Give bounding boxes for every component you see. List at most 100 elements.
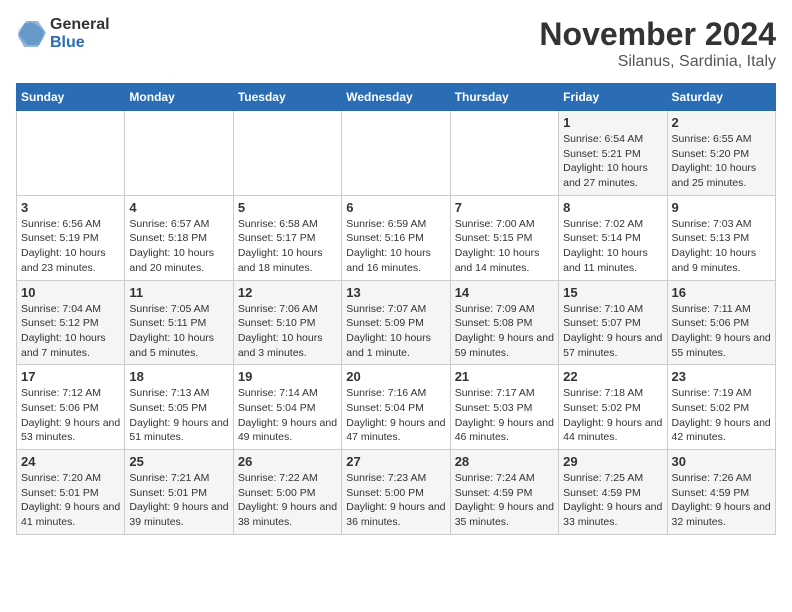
calendar-cell: 29Sunrise: 7:25 AM Sunset: 4:59 PM Dayli… [559, 450, 667, 535]
day-number: 21 [455, 369, 554, 384]
calendar-cell: 24 Sunrise: 7:20 AM Sunset: 5:01 PM Dayli… [17, 450, 125, 535]
calendar-body: 1 Sunrise: 6:54 AM Sunset: 5:21 PM Daylig… [17, 111, 776, 535]
day-info: Sunrise: 7:07 AM Sunset: 5:09 PM Dayligh… [346, 302, 445, 361]
day-info: Sunrise: 7:00 AM Sunset: 5:15 PM Dayligh… [455, 217, 554, 276]
day-info: Sunrise: 7:19 AM Sunset: 5:02 PM Dayligh… [672, 386, 771, 445]
calendar-table: SundayMondayTuesdayWednesdayThursdayFrid… [16, 83, 776, 535]
calendar-cell [233, 111, 341, 196]
calendar-header: SundayMondayTuesdayWednesdayThursdayFrid… [17, 84, 776, 111]
day-number: 17 [21, 369, 120, 384]
calendar-cell: 13 Sunrise: 7:07 AM Sunset: 5:09 PM Dayli… [342, 280, 450, 365]
day-info: Sunrise: 7:24 AM Sunset: 4:59 PM Dayligh… [455, 471, 554, 530]
weekday-header-saturday: Saturday [667, 84, 775, 111]
weekday-header-row: SundayMondayTuesdayWednesdayThursdayFrid… [17, 84, 776, 111]
day-number: 30 [672, 454, 771, 469]
day-number: 18 [129, 369, 228, 384]
day-info: Sunrise: 7:11 AM Sunset: 5:06 PM Dayligh… [672, 302, 771, 361]
calendar-week-row: 10Sunrise: 7:04 AM Sunset: 5:12 PM Dayli… [17, 280, 776, 365]
logo: General Blue [16, 16, 110, 51]
day-info: Sunrise: 7:14 AM Sunset: 5:04 PM Dayligh… [238, 386, 337, 445]
calendar-week-row: 3Sunrise: 6:56 AM Sunset: 5:19 PM Daylig… [17, 195, 776, 280]
day-info: Sunrise: 7:26 AM Sunset: 4:59 PM Dayligh… [672, 471, 771, 530]
weekday-header-thursday: Thursday [450, 84, 558, 111]
calendar-cell: 18 Sunrise: 7:13 AM Sunset: 5:05 PM Dayli… [125, 365, 233, 450]
day-number: 1 [563, 115, 662, 130]
calendar-week-row: 17 Sunrise: 7:12 AM Sunset: 5:06 PM Dayli… [17, 365, 776, 450]
day-info: Sunrise: 7:25 AM Sunset: 4:59 PM Dayligh… [563, 471, 662, 530]
day-number: 22 [563, 369, 662, 384]
calendar-week-row: 1 Sunrise: 6:54 AM Sunset: 5:21 PM Daylig… [17, 111, 776, 196]
calendar-cell: 7 Sunrise: 7:00 AM Sunset: 5:15 PM Daylig… [450, 195, 558, 280]
day-number: 15 [563, 285, 662, 300]
header: General Blue November 2024 Silanus, Sard… [16, 16, 776, 71]
day-number: 7 [455, 200, 554, 215]
calendar-cell: 11Sunrise: 7:05 AM Sunset: 5:11 PM Dayli… [125, 280, 233, 365]
day-info: Sunrise: 7:02 AM Sunset: 5:14 PM Dayligh… [563, 217, 662, 276]
calendar-cell: 21 Sunrise: 7:17 AM Sunset: 5:03 PM Dayli… [450, 365, 558, 450]
calendar-cell [125, 111, 233, 196]
day-info: Sunrise: 7:10 AM Sunset: 5:07 PM Dayligh… [563, 302, 662, 361]
day-number: 9 [672, 200, 771, 215]
calendar-cell: 27Sunrise: 7:23 AM Sunset: 5:00 PM Dayli… [342, 450, 450, 535]
logo-blue: Blue [50, 34, 110, 52]
day-info: Sunrise: 7:17 AM Sunset: 5:03 PM Dayligh… [455, 386, 554, 445]
calendar-cell: 3Sunrise: 6:56 AM Sunset: 5:19 PM Daylig… [17, 195, 125, 280]
weekday-header-tuesday: Tuesday [233, 84, 341, 111]
day-info: Sunrise: 7:20 AM Sunset: 5:01 PM Dayligh… [21, 471, 120, 530]
calendar-cell: 9Sunrise: 7:03 AM Sunset: 5:13 PM Daylig… [667, 195, 775, 280]
calendar-cell: 1 Sunrise: 6:54 AM Sunset: 5:21 PM Daylig… [559, 111, 667, 196]
calendar-cell: 5 Sunrise: 6:58 AM Sunset: 5:17 PM Daylig… [233, 195, 341, 280]
month-title: November 2024 [539, 16, 776, 53]
day-number: 25 [129, 454, 228, 469]
day-number: 19 [238, 369, 337, 384]
day-number: 23 [672, 369, 771, 384]
day-number: 27 [346, 454, 445, 469]
calendar-cell: 30 Sunrise: 7:26 AM Sunset: 4:59 PM Dayli… [667, 450, 775, 535]
calendar-cell: 22 Sunrise: 7:18 AM Sunset: 5:02 PM Dayli… [559, 365, 667, 450]
day-info: Sunrise: 6:55 AM Sunset: 5:20 PM Dayligh… [672, 132, 771, 191]
weekday-header-monday: Monday [125, 84, 233, 111]
weekday-header-friday: Friday [559, 84, 667, 111]
logo-text: General Blue [50, 16, 110, 51]
day-info: Sunrise: 7:18 AM Sunset: 5:02 PM Dayligh… [563, 386, 662, 445]
weekday-header-sunday: Sunday [17, 84, 125, 111]
calendar-cell [450, 111, 558, 196]
weekday-header-wednesday: Wednesday [342, 84, 450, 111]
day-number: 3 [21, 200, 120, 215]
calendar-cell: 25 Sunrise: 7:21 AM Sunset: 5:01 PM Dayli… [125, 450, 233, 535]
calendar-cell: 28Sunrise: 7:24 AM Sunset: 4:59 PM Dayli… [450, 450, 558, 535]
day-number: 20 [346, 369, 445, 384]
calendar-cell: 8 Sunrise: 7:02 AM Sunset: 5:14 PM Daylig… [559, 195, 667, 280]
calendar-cell: 2 Sunrise: 6:55 AM Sunset: 5:20 PM Daylig… [667, 111, 775, 196]
calendar-cell [342, 111, 450, 196]
day-info: Sunrise: 6:54 AM Sunset: 5:21 PM Dayligh… [563, 132, 662, 191]
day-number: 5 [238, 200, 337, 215]
day-number: 4 [129, 200, 228, 215]
day-number: 26 [238, 454, 337, 469]
day-number: 13 [346, 285, 445, 300]
day-number: 12 [238, 285, 337, 300]
day-info: Sunrise: 7:12 AM Sunset: 5:06 PM Dayligh… [21, 386, 120, 445]
calendar-cell: 23 Sunrise: 7:19 AM Sunset: 5:02 PM Dayli… [667, 365, 775, 450]
calendar-cell [17, 111, 125, 196]
day-info: Sunrise: 6:58 AM Sunset: 5:17 PM Dayligh… [238, 217, 337, 276]
calendar-cell: 6Sunrise: 6:59 AM Sunset: 5:16 PM Daylig… [342, 195, 450, 280]
day-number: 2 [672, 115, 771, 130]
logo-general: General [50, 16, 110, 34]
calendar-cell: 15 Sunrise: 7:10 AM Sunset: 5:07 PM Dayli… [559, 280, 667, 365]
day-info: Sunrise: 7:21 AM Sunset: 5:01 PM Dayligh… [129, 471, 228, 530]
day-number: 16 [672, 285, 771, 300]
calendar-cell: 26Sunrise: 7:22 AM Sunset: 5:00 PM Dayli… [233, 450, 341, 535]
day-info: Sunrise: 6:57 AM Sunset: 5:18 PM Dayligh… [129, 217, 228, 276]
calendar-week-row: 24 Sunrise: 7:20 AM Sunset: 5:01 PM Dayli… [17, 450, 776, 535]
day-number: 8 [563, 200, 662, 215]
calendar-cell: 20Sunrise: 7:16 AM Sunset: 5:04 PM Dayli… [342, 365, 450, 450]
day-number: 11 [129, 285, 228, 300]
day-number: 24 [21, 454, 120, 469]
day-info: Sunrise: 7:04 AM Sunset: 5:12 PM Dayligh… [21, 302, 120, 361]
location: Silanus, Sardinia, Italy [539, 53, 776, 71]
calendar-cell: 10Sunrise: 7:04 AM Sunset: 5:12 PM Dayli… [17, 280, 125, 365]
calendar-cell: 12Sunrise: 7:06 AM Sunset: 5:10 PM Dayli… [233, 280, 341, 365]
day-info: Sunrise: 6:59 AM Sunset: 5:16 PM Dayligh… [346, 217, 445, 276]
day-info: Sunrise: 7:13 AM Sunset: 5:05 PM Dayligh… [129, 386, 228, 445]
